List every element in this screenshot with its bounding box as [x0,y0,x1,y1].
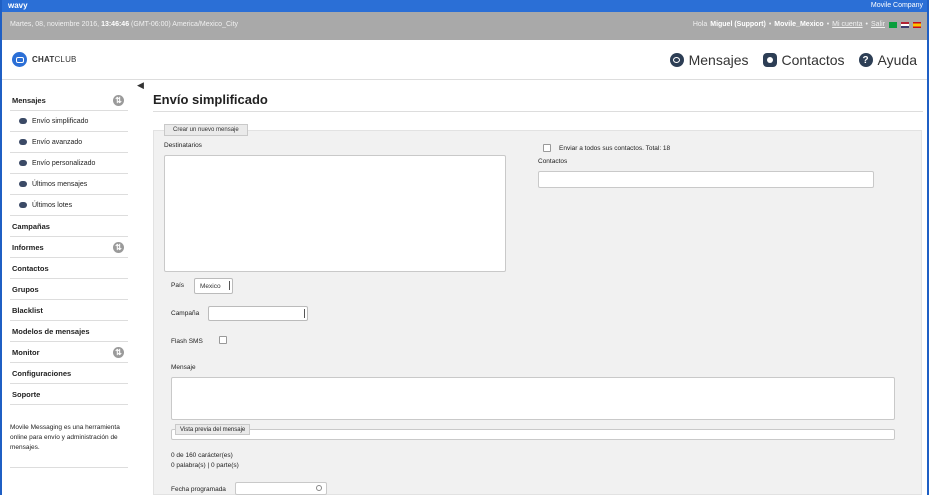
company-name: Movile Company [870,2,923,9]
page-title: Envío simplificado [153,92,268,107]
sidebar-item-grupos[interactable]: Grupos [10,279,128,300]
title-divider [153,111,923,112]
tab-crear-mensaje[interactable]: Crear un nuevo mensaje [164,124,248,136]
collapse-sidebar-arrow-icon[interactable]: ◀ [137,80,144,91]
chat-bubble-icon [19,202,27,208]
user-name: Miguel (Support) [710,21,766,28]
flash-sms-label: Flash SMS [171,338,203,345]
nav-contactos[interactable]: Contactos [762,52,845,68]
user-info: Hola Miguel (Support) • Movile_Mexico • … [693,21,921,28]
chat-bubble-icon [19,118,27,124]
sidebar-item-contactos[interactable]: Contactos [10,258,128,279]
campana-select[interactable] [208,306,308,321]
chat-bubble-icon [19,139,27,145]
destinatarios-label: Destinatarios [164,142,202,149]
clock-icon[interactable] [316,485,322,491]
info-bar: Martes, 08, noviembre 2016, 13:46:46 (GM… [2,12,927,40]
sidebar-subitem-ultimos-lotes[interactable]: Últimos lotes [10,195,128,216]
mensaje-textarea[interactable] [171,377,895,420]
sidebar-item-blacklist[interactable]: Blacklist [10,300,128,321]
pais-select[interactable]: Mexico [194,278,233,294]
current-datetime: Martes, 08, noviembre 2016, 13:46:46 (GM… [10,21,239,28]
sidebar-item-configuraciones[interactable]: Configuraciones [10,363,128,384]
expand-toggle-icon[interactable]: ⇅ [113,346,124,358]
sidebar-subitem-envio-simplificado[interactable]: Envío simplificado [10,111,128,132]
contactos-input[interactable] [538,171,874,188]
logout-link[interactable]: Salir [871,21,885,28]
chatclub-logo[interactable]: CHATCLUB [12,52,77,67]
sidebar: Mensajes ⇅ Envío simplificado Envío avan… [10,90,128,468]
sidebar-item-mensajes[interactable]: Mensajes ⇅ [10,90,128,111]
nav-mensajes[interactable]: Mensajes [669,52,749,68]
sidebar-subitem-envio-personalizado[interactable]: Envío personalizado [10,153,128,174]
flag-br-icon[interactable] [889,21,897,28]
chatclub-icon [12,52,27,67]
chat-bubble-icon [19,160,27,166]
dropdown-arrow-icon [302,309,305,318]
chat-bubble-icon [19,181,27,187]
user-icon [762,53,777,67]
campana-label: Campaña [171,310,200,317]
preview-label[interactable]: Vista previa del mensaje [175,424,251,435]
wavy-logo: wavy [8,1,28,10]
contactos-label: Contactos [538,158,568,165]
sidebar-item-modelos[interactable]: Modelos de mensajes [10,321,128,342]
nav-ayuda[interactable]: ? Ayuda [858,52,917,68]
word-count: 0 palabra(s) | 0 parte(s) [171,462,239,469]
preview-area [171,429,895,440]
flash-sms-checkbox[interactable] [219,336,227,344]
sidebar-item-campanas[interactable]: Campañas [10,216,128,237]
help-icon: ? [858,53,873,67]
sidebar-item-informes[interactable]: Informes ⇅ [10,237,128,258]
app-header: CHATCLUB Mensajes Contactos ? Ayuda [2,40,927,80]
sidebar-description: Movile Messaging es una herramienta onli… [10,423,128,468]
flag-es-icon[interactable] [913,21,921,28]
send-all-label: Enviar a todos sus contactos. Total: 18 [559,145,671,152]
sidebar-subitem-ultimos-mensajes[interactable]: Últimos mensajes [10,174,128,195]
send-all-checkbox[interactable] [543,144,551,152]
collapse-toggle-icon[interactable]: ⇅ [113,94,124,106]
pais-label: País [171,282,185,289]
sidebar-item-soporte[interactable]: Soporte [10,384,128,405]
my-account-link[interactable]: Mi cuenta [832,21,862,28]
sidebar-item-monitor[interactable]: Monitor ⇅ [10,342,128,363]
brand-bar: wavy Movile Company [2,0,927,12]
sidebar-subitem-envio-avanzado[interactable]: Envío avanzado [10,132,128,153]
top-nav: Mensajes Contactos ? Ayuda [669,52,917,68]
fecha-input[interactable] [235,482,327,495]
mensaje-label: Mensaje [171,364,196,371]
flag-us-icon[interactable] [901,21,909,28]
dropdown-arrow-icon [227,281,230,290]
chat-bubble-icon [669,53,684,67]
fecha-label: Fecha programada [171,486,226,493]
destinatarios-textarea[interactable] [164,155,506,272]
account-name: Movile_Mexico [774,21,824,28]
char-count: 0 de 160 carácter(es) [171,452,233,459]
expand-toggle-icon[interactable]: ⇅ [113,241,124,253]
